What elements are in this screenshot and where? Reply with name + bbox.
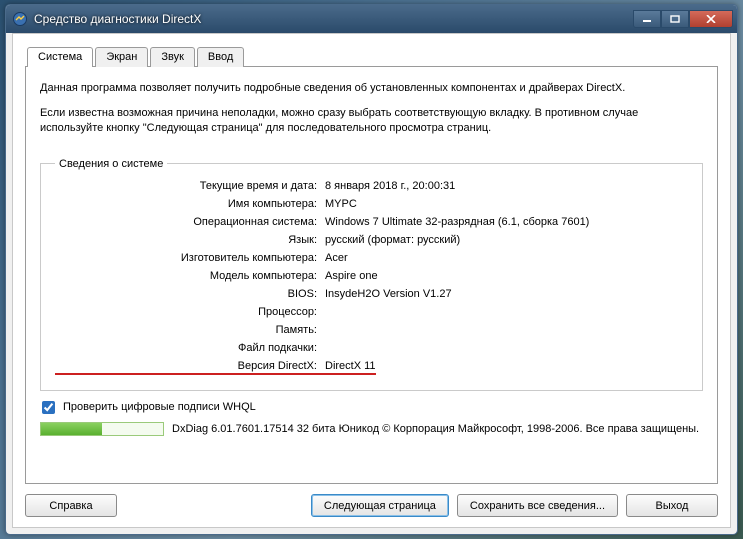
sysinfo-value: MYPC xyxy=(325,198,357,210)
sysinfo-row: Изготовитель компьютера:Acer xyxy=(55,252,688,270)
sysinfo-label: Имя компьютера: xyxy=(55,198,325,210)
sysinfo-value: 8 января 2018 г., 20:00:31 xyxy=(325,180,455,192)
save-all-button[interactable]: Сохранить все сведения... xyxy=(457,494,618,517)
sysinfo-value: Windows 7 Ultimate 32-разрядная (6.1, сб… xyxy=(325,216,589,228)
sysinfo-row: Процессор: xyxy=(55,306,688,324)
window-title: Средство диагностики DirectX xyxy=(34,12,633,26)
sysinfo-row: Файл подкачки: xyxy=(55,342,688,360)
intro-paragraph-2: Если известна возможная причина неполадк… xyxy=(40,106,703,136)
sysinfo-value: Aspire one xyxy=(325,270,378,282)
sysinfo-row: Имя компьютера:MYPC xyxy=(55,198,688,216)
sysinfo-value: русский (формат: русский) xyxy=(325,234,460,246)
sysinfo-label: Модель компьютера: xyxy=(55,270,325,282)
sysinfo-row: Язык:русский (формат: русский) xyxy=(55,234,688,252)
sysinfo-value: DirectX 11 xyxy=(325,360,376,375)
maximize-button[interactable] xyxy=(661,10,689,28)
sysinfo-value: InsydeH2O Version V1.27 xyxy=(325,288,452,300)
app-icon xyxy=(12,11,28,27)
status-text: DxDiag 6.01.7601.17514 32 бита Юникод © … xyxy=(172,423,699,435)
sysinfo-label: Изготовитель компьютера: xyxy=(55,252,325,264)
sysinfo-label: Операционная система: xyxy=(55,216,325,228)
tab-bar: Система Экран Звук Ввод xyxy=(25,46,718,66)
sysinfo-row: Текущие время и дата:8 января 2018 г., 2… xyxy=(55,180,688,198)
system-info-group: Сведения о системе Текущие время и дата:… xyxy=(40,158,703,391)
tab-system[interactable]: Система xyxy=(27,47,93,67)
tab-panel: Данная программа позволяет получить подр… xyxy=(25,66,718,484)
sysinfo-row: Модель компьютера:Aspire one xyxy=(55,270,688,288)
whql-check-row[interactable]: Проверить цифровые подписи WHQL xyxy=(40,401,703,414)
sysinfo-label: Версия DirectX: xyxy=(55,360,325,375)
titlebar[interactable]: Средство диагностики DirectX xyxy=(6,5,737,33)
minimize-button[interactable] xyxy=(633,10,661,28)
intro-paragraph-1: Данная программа позволяет получить подр… xyxy=(40,81,703,96)
dxdiag-window: Средство диагностики DirectX Система Экр… xyxy=(5,4,738,535)
tab-input[interactable]: Ввод xyxy=(197,47,244,67)
sysinfo-label: BIOS: xyxy=(55,288,325,300)
whql-label: Проверить цифровые подписи WHQL xyxy=(63,401,256,413)
sysinfo-row: BIOS:InsydeH2O Version V1.27 xyxy=(55,288,688,306)
sysinfo-label: Текущие время и дата: xyxy=(55,180,325,192)
progress-bar xyxy=(40,422,164,436)
sysinfo-row: Память: xyxy=(55,324,688,342)
whql-checkbox[interactable] xyxy=(42,401,55,414)
next-page-button[interactable]: Следующая страница xyxy=(311,494,449,517)
help-button[interactable]: Справка xyxy=(25,494,117,517)
sysinfo-label: Язык: xyxy=(55,234,325,246)
tab-sound[interactable]: Звук xyxy=(150,47,195,67)
system-info-legend: Сведения о системе xyxy=(55,158,167,170)
sysinfo-row: Версия DirectX:DirectX 11 xyxy=(55,360,688,378)
exit-button[interactable]: Выход xyxy=(626,494,718,517)
sysinfo-label: Процессор: xyxy=(55,306,325,318)
close-button[interactable] xyxy=(689,10,733,28)
tab-display[interactable]: Экран xyxy=(95,47,148,67)
sysinfo-value: Acer xyxy=(325,252,348,264)
intro-text: Данная программа позволяет получить подр… xyxy=(40,81,703,146)
sysinfo-label: Файл подкачки: xyxy=(55,342,325,354)
sysinfo-row: Операционная система:Windows 7 Ultimate … xyxy=(55,216,688,234)
status-row: DxDiag 6.01.7601.17514 32 бита Юникод © … xyxy=(40,422,703,436)
sysinfo-label: Память: xyxy=(55,324,325,336)
client-area: Система Экран Звук Ввод Данная программа… xyxy=(12,33,731,528)
button-bar: Справка Следующая страница Сохранить все… xyxy=(25,484,718,517)
